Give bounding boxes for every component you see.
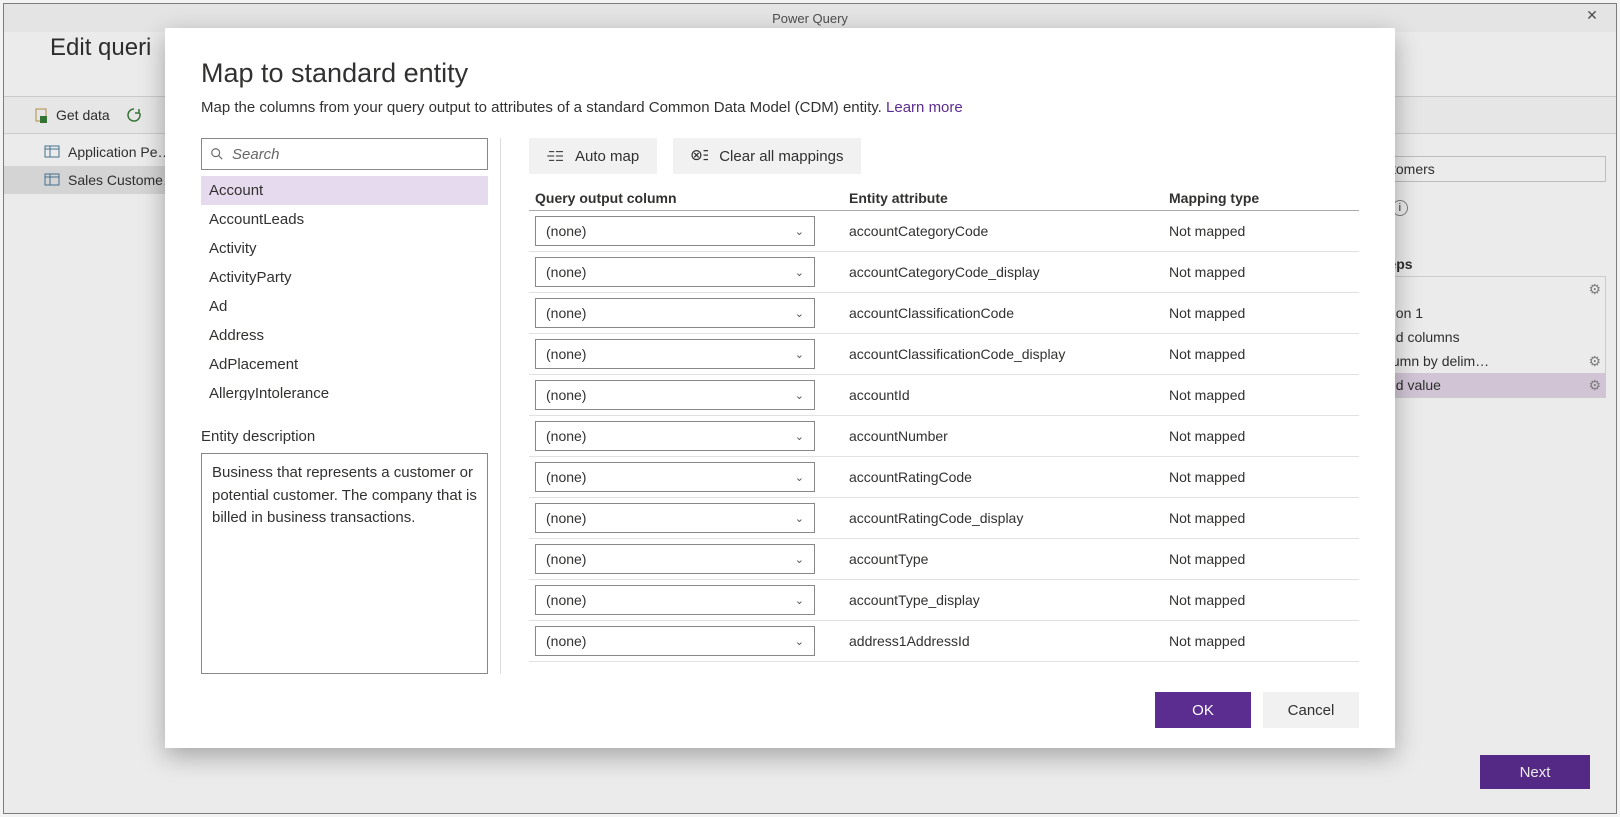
clear-mappings-button[interactable]: Clear all mappings: [673, 138, 861, 174]
output-column-select[interactable]: (none)⌄: [535, 585, 815, 615]
entity-list-item[interactable]: ActivityParty: [201, 263, 488, 292]
entity-attribute-cell: accountType_display: [849, 592, 1169, 608]
dialog-title: Map to standard entity: [201, 58, 1359, 89]
mapping-type-cell: Not mapped: [1169, 551, 1359, 567]
auto-map-button[interactable]: Auto map: [529, 138, 657, 174]
mapping-type-cell: Not mapped: [1169, 592, 1359, 608]
mapping-type-cell: Not mapped: [1169, 428, 1359, 444]
entity-attribute-cell: address1AddressId: [849, 633, 1169, 649]
mapping-row: (none)⌄ accountTypeNot mapped: [529, 539, 1359, 580]
mapping-row: (none)⌄ accountRatingCodeNot mapped: [529, 457, 1359, 498]
output-column-select[interactable]: (none)⌄: [535, 544, 815, 574]
entity-search-input[interactable]: [201, 138, 488, 170]
mapping-row: (none)⌄ accountIdNot mapped: [529, 375, 1359, 416]
mapping-row: (none)⌄ accountClassificationCodeNot mapp…: [529, 293, 1359, 334]
learn-more-link[interactable]: Learn more: [886, 99, 963, 116]
column-header-attribute: Entity attribute: [849, 190, 1169, 206]
chevron-down-icon: ⌄: [795, 512, 804, 525]
output-column-select[interactable]: (none)⌄: [535, 626, 815, 656]
entity-list-item[interactable]: Ad: [201, 292, 488, 321]
search-icon: [210, 147, 224, 161]
output-column-select[interactable]: (none)⌄: [535, 298, 815, 328]
chevron-down-icon: ⌄: [795, 225, 804, 238]
mapping-row: (none)⌄ accountRatingCode_displayNot mapp…: [529, 498, 1359, 539]
output-column-select[interactable]: (none)⌄: [535, 339, 815, 369]
mapping-type-cell: Not mapped: [1169, 264, 1359, 280]
search-field[interactable]: [232, 146, 487, 163]
auto-map-icon: [547, 149, 565, 163]
chevron-down-icon: ⌄: [795, 635, 804, 648]
output-column-select[interactable]: (none)⌄: [535, 421, 815, 451]
chevron-down-icon: ⌄: [795, 471, 804, 484]
mapping-type-cell: Not mapped: [1169, 346, 1359, 362]
mapping-type-cell: Not mapped: [1169, 633, 1359, 649]
dialog-subtitle: Map the columns from your query output t…: [201, 99, 1359, 116]
chevron-down-icon: ⌄: [795, 348, 804, 361]
column-header-mapping-type: Mapping type: [1169, 190, 1359, 206]
output-column-select[interactable]: (none)⌄: [535, 257, 815, 287]
entity-description-box: Business that represents a customer or p…: [201, 453, 488, 674]
chevron-down-icon: ⌄: [795, 553, 804, 566]
mapping-table-body[interactable]: (none)⌄accountCategoryCodeNot mapped(non…: [529, 211, 1359, 674]
mapping-table-header: Query output column Entity attribute Map…: [529, 186, 1359, 211]
output-column-select[interactable]: (none)⌄: [535, 216, 815, 246]
column-header-output: Query output column: [529, 190, 849, 206]
chevron-down-icon: ⌄: [795, 430, 804, 443]
output-column-select[interactable]: (none)⌄: [535, 503, 815, 533]
mapping-type-cell: Not mapped: [1169, 387, 1359, 403]
entity-list-item[interactable]: AdPlacement: [201, 350, 488, 379]
entity-list-item[interactable]: Address: [201, 321, 488, 350]
entity-attribute-cell: accountCategoryCode: [849, 223, 1169, 239]
entity-attribute-cell: accountRatingCode: [849, 469, 1169, 485]
entity-attribute-cell: accountRatingCode_display: [849, 510, 1169, 526]
entity-attribute-cell: accountCategoryCode_display: [849, 264, 1169, 280]
mapping-type-cell: Not mapped: [1169, 223, 1359, 239]
map-entity-dialog: Map to standard entity Map the columns f…: [165, 28, 1395, 748]
entity-list-item[interactable]: AccountLeads: [201, 205, 488, 234]
entity-picker-column: AccountAccountLeadsActivityActivityParty…: [201, 138, 501, 674]
entity-list-item[interactable]: Activity: [201, 234, 488, 263]
mapping-row: (none)⌄ accountCategoryCode_displayNot ma…: [529, 252, 1359, 293]
mapping-row: (none)⌄ accountClassificationCode_display…: [529, 334, 1359, 375]
mapping-column: Auto map Clear all mappings Q: [529, 138, 1359, 674]
entity-attribute-cell: accountClassificationCode_display: [849, 346, 1169, 362]
entity-attribute-cell: accountType: [849, 551, 1169, 567]
entity-attribute-cell: accountClassificationCode: [849, 305, 1169, 321]
entity-list-item[interactable]: Account: [201, 176, 488, 205]
mapping-type-cell: Not mapped: [1169, 469, 1359, 485]
chevron-down-icon: ⌄: [795, 307, 804, 320]
entity-attribute-cell: accountId: [849, 387, 1169, 403]
clear-mappings-icon: [691, 148, 709, 164]
entity-description-label: Entity description: [201, 428, 488, 445]
output-column-select[interactable]: (none)⌄: [535, 462, 815, 492]
cancel-button[interactable]: Cancel: [1263, 692, 1359, 728]
ok-button[interactable]: OK: [1155, 692, 1251, 728]
chevron-down-icon: ⌄: [795, 266, 804, 279]
entity-list[interactable]: AccountAccountLeadsActivityActivityParty…: [201, 176, 488, 400]
mapping-type-cell: Not mapped: [1169, 510, 1359, 526]
mapping-type-cell: Not mapped: [1169, 305, 1359, 321]
chevron-down-icon: ⌄: [795, 389, 804, 402]
mapping-row: (none)⌄ accountCategoryCodeNot mapped: [529, 211, 1359, 252]
mapping-row: (none)⌄ address1AddressIdNot mapped: [529, 621, 1359, 662]
entity-list-item[interactable]: AllergyIntolerance: [201, 379, 488, 400]
output-column-select[interactable]: (none)⌄: [535, 380, 815, 410]
mapping-row: (none)⌄ accountType_displayNot mapped: [529, 580, 1359, 621]
chevron-down-icon: ⌄: [795, 594, 804, 607]
mapping-row: (none)⌄ accountNumberNot mapped: [529, 416, 1359, 457]
entity-attribute-cell: accountNumber: [849, 428, 1169, 444]
